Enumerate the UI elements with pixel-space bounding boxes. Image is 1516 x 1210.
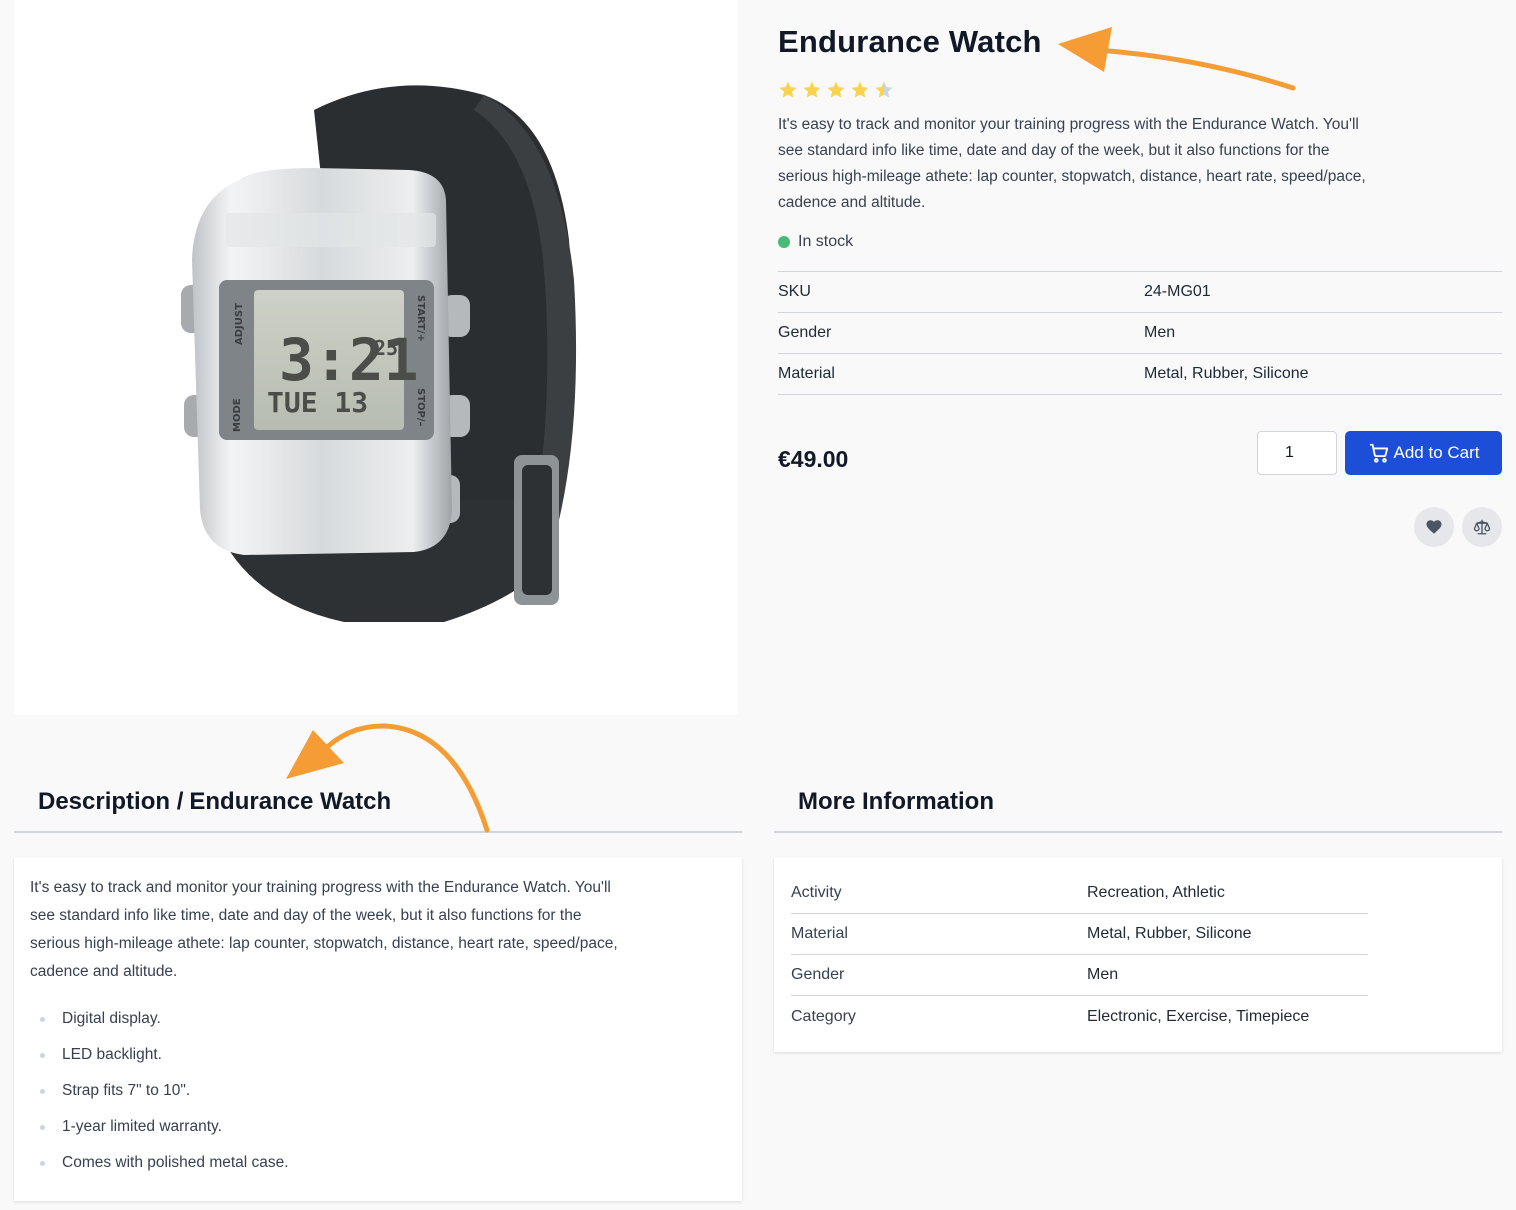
product-title: Endurance Watch	[778, 24, 1042, 59]
rating-stars[interactable]	[778, 80, 894, 100]
attribute-row: SKU 24-MG01	[778, 272, 1502, 313]
table-row: Category Electronic, Exercise, Timepiece	[791, 996, 1368, 1037]
stock-label: In stock	[798, 233, 854, 250]
description-heading: Description / Endurance Watch	[14, 773, 742, 833]
list-item: Strap fits 7" to 10".	[30, 1078, 726, 1114]
stock-status: In stock	[778, 233, 853, 251]
annotation-arrow-icon	[1058, 27, 1296, 91]
add-to-compare-button[interactable]	[1462, 507, 1502, 547]
attribute-table: SKU 24-MG01 Gender Men Material Metal, R…	[778, 271, 1502, 395]
description-heading-product: Endurance Watch	[189, 788, 392, 815]
info-label: Category	[791, 1007, 856, 1025]
description-panel: It's easy to track and monitor your trai…	[14, 857, 742, 1201]
list-item: Digital display.	[30, 1006, 726, 1042]
info-label: Activity	[791, 884, 842, 901]
cart-icon	[1369, 443, 1388, 463]
info-value: Recreation, Athletic	[1087, 884, 1225, 901]
heart-icon	[1426, 520, 1442, 534]
table-row: Activity Recreation, Athletic	[791, 873, 1368, 914]
add-to-wishlist-button[interactable]	[1414, 507, 1454, 547]
attribute-value: Metal, Rubber, Silicone	[1144, 365, 1309, 382]
star-icon	[803, 81, 821, 98]
description-text: It's easy to track and monitor your trai…	[30, 879, 618, 980]
product-image-gallery[interactable]: ADJUST MODE START/+ STOP/– 3:21 25 TUE 1…	[14, 0, 738, 715]
short-description: It's easy to track and monitor your trai…	[778, 116, 1366, 211]
attribute-value: 24-MG01	[1144, 283, 1211, 300]
info-value: Metal, Rubber, Silicone	[1087, 925, 1252, 942]
attribute-label: SKU	[778, 283, 811, 300]
list-item: Comes with polished metal case.	[30, 1150, 726, 1186]
info-label: Gender	[791, 966, 845, 983]
more-information-heading: More Information	[774, 773, 1502, 833]
in-stock-dot-icon	[778, 236, 790, 248]
table-row: Material Metal, Rubber, Silicone	[791, 914, 1368, 955]
description-heading-prefix: Description /	[38, 788, 184, 815]
product-image: ADJUST MODE START/+ STOP/– 3:21 25 TUE 1…	[181, 85, 577, 622]
add-to-cart-label: Add to Cart	[1393, 443, 1480, 462]
attribute-label: Material	[778, 365, 835, 382]
star-icon	[827, 81, 845, 98]
scale-icon	[1473, 519, 1491, 535]
list-item: LED backlight.	[30, 1042, 726, 1078]
star-icon	[779, 81, 797, 98]
half-star-icon	[875, 81, 893, 98]
watch-seconds: 25	[374, 336, 398, 360]
add-to-cart-button[interactable]: Add to Cart	[1345, 431, 1502, 475]
watch-label-adjust: ADJUST	[234, 303, 245, 345]
info-value: Men	[1087, 966, 1119, 983]
info-value: Electronic, Exercise, Timepiece	[1087, 1007, 1310, 1025]
attribute-value: Men	[1144, 324, 1176, 341]
list-item: 1-year limited warranty.	[30, 1114, 726, 1150]
feature-list: Digital display. LED backlight. Strap fi…	[30, 1006, 726, 1186]
more-information-panel: Activity Recreation, Athletic Material M…	[774, 857, 1502, 1052]
attribute-row: Gender Men	[778, 313, 1502, 354]
watch-date: TUE 13	[267, 386, 368, 419]
attribute-row: Material Metal, Rubber, Silicone	[778, 354, 1502, 395]
quantity-input[interactable]	[1257, 431, 1337, 475]
watch-label-mode: MODE	[232, 398, 243, 432]
more-information-title: More Information	[798, 788, 994, 815]
product-price: €49.00	[778, 446, 849, 472]
table-row: Gender Men	[791, 955, 1368, 996]
info-label: Material	[791, 925, 848, 942]
star-icon	[851, 81, 869, 98]
attribute-label: Gender	[778, 324, 832, 341]
